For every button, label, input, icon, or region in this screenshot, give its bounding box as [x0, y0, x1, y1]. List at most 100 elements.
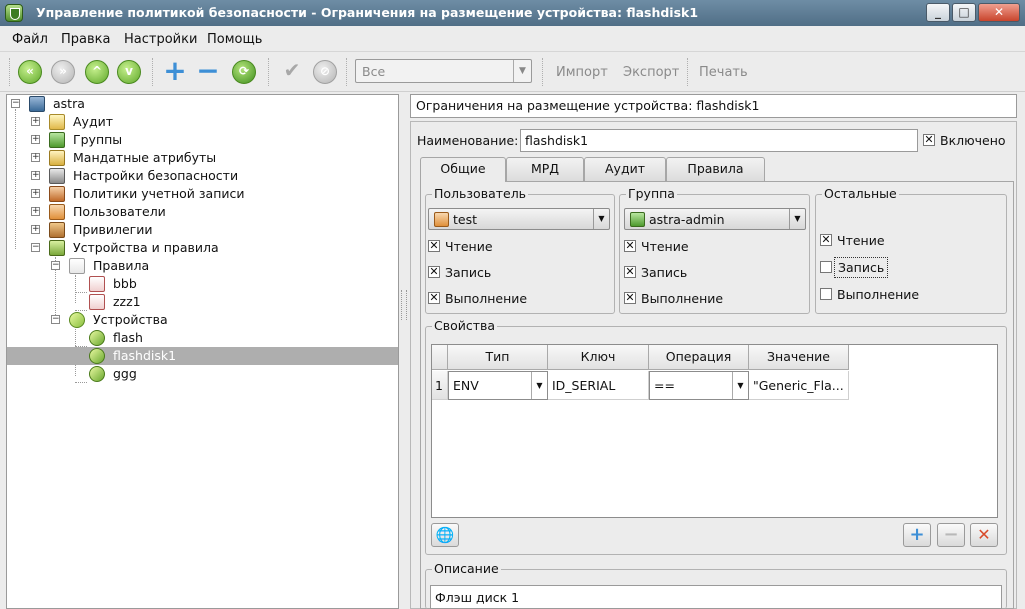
cell-type-select[interactable]: ENV ▼ [448, 371, 548, 400]
tree-item-security-settings[interactable]: + Настройки безопасности [31, 167, 391, 185]
tree-item-groups[interactable]: + Группы [31, 131, 391, 149]
groups-icon [49, 132, 65, 148]
group-exec-checkbox[interactable]: ✕ [624, 292, 636, 304]
tree-item-devices-and-rules[interactable]: − Устройства и правила [31, 239, 391, 257]
group-read-checkbox[interactable]: ✕ [624, 240, 636, 252]
apply-icon[interactable]: ✔ [280, 60, 304, 84]
navigation-tree[interactable]: − astra + Аудит + Группы + Мандатные атр… [6, 94, 399, 609]
others-exec-checkbox[interactable] [820, 288, 832, 300]
tree-item-rule-zzz1[interactable]: zzz1 [87, 293, 387, 311]
description-field[interactable]: Флэш диск 1 [430, 585, 1002, 609]
expand-icon[interactable]: + [31, 135, 40, 144]
collapse-icon[interactable]: − [51, 315, 60, 324]
expand-icon[interactable]: + [31, 225, 40, 234]
add-icon[interactable]: + [163, 57, 187, 85]
maximize-button[interactable]: □ [952, 3, 976, 22]
import-button[interactable]: Импорт [556, 65, 608, 80]
enabled-label: Включено [940, 133, 1006, 148]
column-header-operation[interactable]: Операция [649, 345, 749, 370]
group-read-label: Чтение [641, 239, 689, 254]
refresh-icon[interactable]: ⟳ [232, 60, 256, 84]
tab-audit[interactable]: Аудит [584, 157, 666, 181]
filter-combo[interactable]: Все ▼ [355, 59, 532, 83]
user-read-checkbox[interactable]: ✕ [428, 240, 440, 252]
tree-item-label: flashdisk1 [113, 348, 177, 363]
toolbar-separator [268, 58, 270, 86]
remove-icon[interactable]: − [196, 57, 220, 85]
computer-icon [29, 96, 45, 112]
tree-item-label: ggg [113, 366, 137, 381]
cell-value[interactable]: "Generic_Fla... [749, 371, 849, 400]
expand-icon[interactable]: + [31, 153, 40, 162]
row-number: 1 [432, 371, 448, 400]
tree-item-label: zzz1 [113, 294, 141, 309]
collapse-icon[interactable]: − [31, 243, 40, 252]
expand-icon[interactable]: + [31, 207, 40, 216]
tree-item-rule-bbb[interactable]: bbb [87, 275, 387, 293]
collapse-icon[interactable]: − [11, 99, 20, 108]
chevron-down-icon: ▼ [789, 209, 805, 229]
menu-help[interactable]: Помощь [207, 32, 262, 47]
user-write-checkbox[interactable]: ✕ [428, 266, 440, 278]
tree-item-users[interactable]: + Пользователи [31, 203, 391, 221]
tree-item-device-flash[interactable]: flash [87, 329, 387, 347]
expand-icon[interactable]: + [31, 189, 40, 198]
properties-table[interactable]: Тип Ключ Операция Значение 1 ENV ▼ ID_SE… [431, 344, 998, 518]
others-write-checkbox[interactable] [820, 261, 832, 273]
tab-rules[interactable]: Правила [666, 157, 765, 181]
globe-icon[interactable]: 🌐 [431, 523, 459, 547]
tree-item-rules[interactable]: − Правила [51, 257, 391, 275]
back-icon[interactable]: « [18, 60, 42, 84]
cancel-icon[interactable]: ⊘ [313, 60, 337, 84]
add-row-button[interactable]: + [903, 523, 931, 547]
enabled-checkbox[interactable]: ✕ [923, 134, 935, 146]
others-read-checkbox[interactable]: ✕ [820, 234, 832, 246]
expand-icon[interactable]: + [31, 171, 40, 180]
tree-item-device-ggg[interactable]: ggg [87, 365, 387, 383]
print-button[interactable]: Печать [699, 65, 748, 80]
name-input[interactable]: flashdisk1 [520, 129, 918, 152]
cell-operation-value: == [654, 378, 675, 393]
group-exec-label: Выполнение [641, 291, 724, 306]
description-group-title: Описание [432, 561, 501, 576]
remove-row-button[interactable]: − [937, 523, 965, 547]
tree-item-label: Правила [93, 258, 150, 273]
group-write-checkbox[interactable]: ✕ [624, 266, 636, 278]
tree-item-account-policies[interactable]: + Политики учетной записи [31, 185, 391, 203]
export-button[interactable]: Экспорт [623, 65, 679, 80]
tree-line [75, 275, 76, 303]
user-exec-checkbox[interactable]: ✕ [428, 292, 440, 304]
tree-item-audit[interactable]: + Аудит [31, 113, 391, 131]
tree-item-label: Устройства [93, 312, 168, 327]
others-group-title: Остальные [822, 186, 899, 201]
tree-item-devices[interactable]: − Устройства [51, 311, 391, 329]
column-header-type[interactable]: Тип [448, 345, 548, 370]
menu-file[interactable]: Файл [12, 32, 48, 47]
column-header-value[interactable]: Значение [749, 345, 849, 370]
expand-icon[interactable]: + [31, 117, 40, 126]
down-icon[interactable]: v [117, 60, 141, 84]
flash-drive-icon [89, 330, 105, 346]
tree-item-privileges[interactable]: + Привилегии [31, 221, 391, 239]
tree-item-device-flashdisk1[interactable]: flashdisk1 [7, 347, 398, 365]
tab-mrd[interactable]: МРД [506, 157, 584, 181]
menu-edit[interactable]: Правка [61, 32, 110, 47]
pane-splitter[interactable] [401, 290, 407, 320]
collapse-icon[interactable]: − [51, 261, 60, 270]
cell-key[interactable]: ID_SERIAL [548, 371, 649, 400]
user-select[interactable]: test ▼ [428, 208, 610, 230]
delete-row-button[interactable]: ✕ [970, 523, 998, 547]
column-header-key[interactable]: Ключ [548, 345, 649, 370]
up-icon[interactable]: ^ [85, 60, 109, 84]
tree-root[interactable]: − astra [11, 95, 391, 113]
tree-item-label: bbb [113, 276, 137, 291]
minimize-button[interactable]: _ [926, 3, 950, 22]
menu-settings[interactable]: Настройки [124, 32, 197, 47]
tree-item-mandatory-attributes[interactable]: + Мандатные атрибуты [31, 149, 391, 167]
tab-general[interactable]: Общие [420, 157, 506, 182]
forward-icon[interactable]: » [51, 60, 75, 84]
group-select[interactable]: astra-admin ▼ [624, 208, 806, 230]
close-button[interactable]: ✕ [978, 3, 1020, 22]
tree-line [75, 292, 87, 293]
cell-operation-select[interactable]: == ▼ [649, 371, 749, 400]
